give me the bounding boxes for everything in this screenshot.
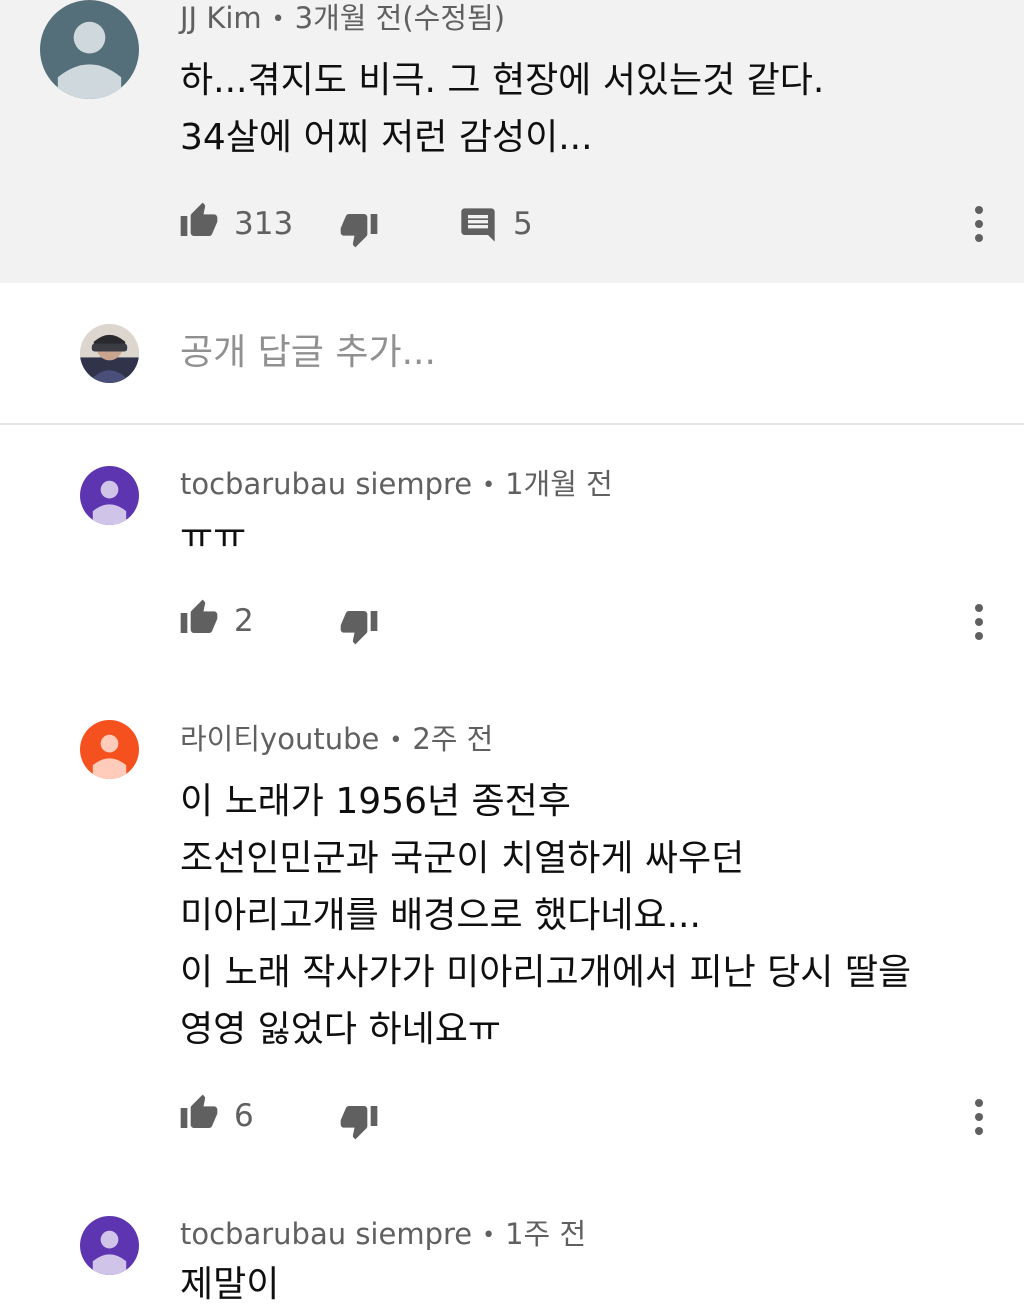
separator-dot: • bbox=[271, 7, 285, 32]
user-silhouette-icon bbox=[92, 480, 127, 525]
comment-time: 3개월 전(수정됨) bbox=[294, 1, 506, 35]
thumbs-up-icon bbox=[180, 1094, 218, 1128]
dislike-button[interactable] bbox=[337, 604, 381, 648]
comment-line: ㅠㅠ bbox=[180, 516, 247, 557]
thumbs-up-icon bbox=[180, 599, 218, 633]
comment-text: 이 노래가 1956년 종전후 조선인민군과 국군이 치열하게 싸우던 미아리고… bbox=[180, 773, 911, 1058]
thumbs-down-icon bbox=[340, 214, 378, 248]
author-name[interactable]: 라이티youtube bbox=[180, 722, 379, 756]
thumbs-down-icon bbox=[340, 611, 378, 645]
reply-count: 5 bbox=[513, 206, 533, 242]
comment-line: 하...겪지도 비극. 그 현장에 서있는것 같다. bbox=[180, 60, 825, 101]
like-button[interactable] bbox=[177, 199, 221, 243]
comment-line: 이 노래 작사가가 미아리고개에서 피난 당시 딸을 bbox=[180, 952, 912, 993]
avatar[interactable] bbox=[80, 466, 139, 525]
comment-text: 하...겪지도 비극. 그 현장에 서있는것 같다. 34살에 어찌 저런 감성… bbox=[180, 52, 824, 166]
like-count: 2 bbox=[234, 603, 254, 639]
comment-text: ㅠㅠ bbox=[180, 508, 246, 565]
reply-button[interactable] bbox=[456, 203, 500, 247]
top-comment: JJ Kim • 3개월 전(수정됨) 하...겪지도 비극. 그 현장에 서있는것… bbox=[0, 0, 1024, 283]
author-name[interactable]: tocbarubau siempre bbox=[180, 1217, 472, 1251]
user-photo bbox=[80, 324, 139, 383]
thumbs-up-icon bbox=[180, 202, 218, 236]
separator-dot: • bbox=[482, 473, 496, 498]
comment-time: 2주 전 bbox=[412, 722, 494, 756]
comment-line: 제말이 bbox=[180, 1264, 280, 1305]
comment-line: 영영 잃었다 하네요ㅠ bbox=[180, 1009, 501, 1050]
more-vert-icon bbox=[975, 206, 983, 214]
more-options-button[interactable] bbox=[967, 602, 991, 642]
comment-meta: tocbarubau siempre • 1개월 전 bbox=[180, 466, 613, 504]
like-button[interactable] bbox=[177, 1091, 221, 1135]
separator-dot: • bbox=[389, 728, 403, 753]
author-name[interactable]: JJ Kim bbox=[180, 1, 262, 35]
comment-text: 제말이 bbox=[180, 1256, 279, 1313]
like-count: 313 bbox=[234, 206, 294, 242]
comment-line: 조선인민군과 국군이 치열하게 싸우던 bbox=[180, 838, 745, 879]
dislike-button[interactable] bbox=[337, 1099, 381, 1143]
reply-input[interactable]: 공개 답글 추가... bbox=[180, 330, 436, 376]
comment-line: 34살에 어찌 저런 감성이... bbox=[180, 117, 593, 158]
comment-line: 이 노래가 1956년 종전후 bbox=[180, 781, 571, 822]
avatar[interactable] bbox=[40, 0, 139, 99]
comment-meta: 라이티youtube • 2주 전 bbox=[180, 721, 493, 759]
user-silhouette-icon bbox=[57, 21, 122, 99]
avatar[interactable] bbox=[80, 720, 139, 779]
comment-meta: tocbarubau siempre • 1주 전 bbox=[180, 1216, 586, 1254]
comment-time: 1개월 전 bbox=[505, 467, 613, 501]
comment-line: 미아리고개를 배경으로 했다네요... bbox=[180, 895, 701, 936]
user-silhouette-icon bbox=[92, 1230, 127, 1275]
more-options-button[interactable] bbox=[967, 1097, 991, 1137]
user-silhouette-icon bbox=[92, 734, 127, 779]
comment-icon bbox=[461, 208, 495, 242]
avatar[interactable] bbox=[80, 1216, 139, 1275]
current-user-avatar bbox=[80, 324, 139, 383]
more-vert-icon bbox=[975, 604, 983, 612]
thumbs-down-icon bbox=[340, 1106, 378, 1140]
separator-dot: • bbox=[482, 1223, 496, 1248]
divider bbox=[0, 423, 1024, 425]
comment-time: 1주 전 bbox=[505, 1217, 587, 1251]
like-count: 6 bbox=[234, 1098, 254, 1134]
more-vert-icon bbox=[975, 1099, 983, 1107]
dislike-button[interactable] bbox=[337, 207, 381, 251]
author-name[interactable]: tocbarubau siempre bbox=[180, 467, 472, 501]
more-options-button[interactable] bbox=[967, 204, 991, 244]
like-button[interactable] bbox=[177, 596, 221, 640]
comment-meta: JJ Kim • 3개월 전(수정됨) bbox=[180, 0, 505, 38]
